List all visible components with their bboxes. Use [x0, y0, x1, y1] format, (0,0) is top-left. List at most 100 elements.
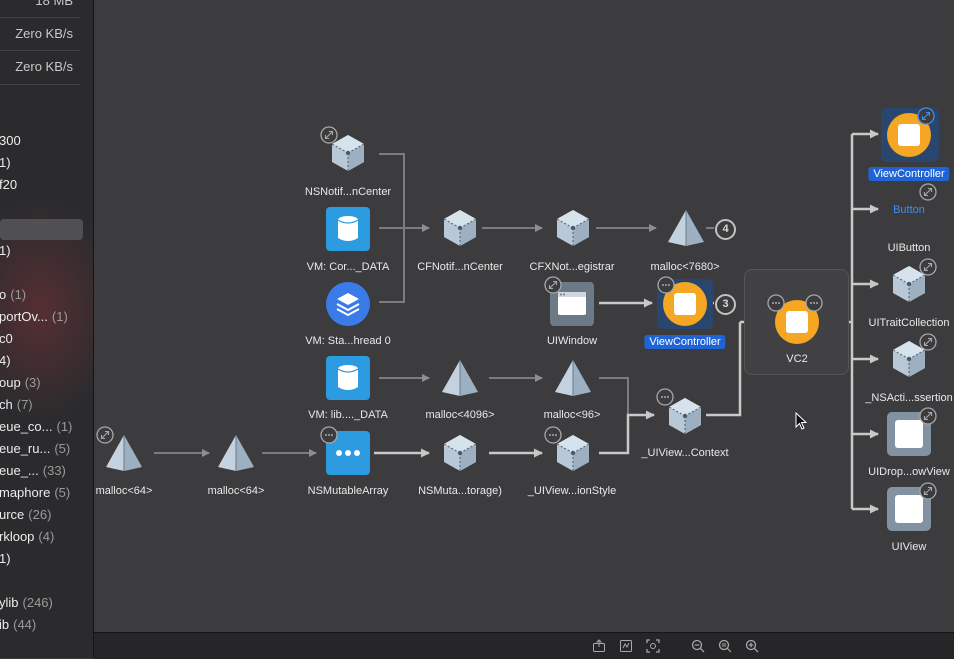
expand-node-icon[interactable]	[919, 258, 937, 281]
node-label[interactable]: NSMutableArray	[308, 485, 389, 497]
node-label[interactable]: UIWindow	[547, 335, 597, 347]
node-label[interactable]: malloc<64>	[208, 485, 265, 497]
expand-node-icon[interactable]	[919, 482, 937, 505]
sidebar-list-item[interactable]: rkloop (4)	[0, 529, 54, 544]
sidebar-item-label: 1)	[0, 243, 11, 258]
more-options-icon[interactable]	[805, 294, 823, 317]
node-label[interactable]: CFXNot...egistrar	[530, 261, 615, 273]
sidebar-list-item[interactable]: 300	[0, 133, 25, 148]
node-label[interactable]: _UIView...Context	[641, 447, 728, 459]
pyramid-node-icon[interactable]	[553, 358, 593, 398]
expand-node-icon[interactable]	[919, 407, 937, 430]
sidebar-item-count: (246)	[22, 595, 53, 610]
node-label[interactable]: ViewController	[644, 335, 726, 349]
sidebar-item-label: eue_ru...	[0, 441, 51, 456]
sidebar-list-item[interactable]: ch (7)	[0, 397, 33, 412]
expand-node-icon[interactable]	[917, 107, 935, 130]
node-label[interactable]: _NSActi...ssertion	[865, 392, 952, 404]
cube-node-icon[interactable]	[440, 208, 480, 248]
sidebar-list-item[interactable]: o (1)	[0, 287, 26, 302]
sidebar-list-item[interactable]: f20	[0, 177, 21, 192]
db-node-icon[interactable]	[326, 356, 370, 400]
sidebar-list-item[interactable]	[0, 220, 3, 235]
sidebar-list-item[interactable]: 1)	[0, 155, 15, 170]
expand-node-icon[interactable]	[320, 126, 338, 149]
network-out-stat: Zero KB/s	[15, 59, 73, 74]
sidebar-list-item[interactable]: portOv... (1)	[0, 309, 68, 324]
sidebar-list-item[interactable]: eue_ru... (5)	[0, 441, 70, 456]
sidebar-divider	[0, 50, 80, 51]
sidebar-list-item[interactable]: urce (26)	[0, 507, 51, 522]
node-label[interactable]: VM: Sta...hread 0	[305, 335, 391, 347]
sidebar-list-item[interactable]: 1)	[0, 243, 15, 258]
expand-node-icon[interactable]	[919, 183, 937, 206]
node-label[interactable]: UITraitCollection	[869, 317, 950, 329]
sidebar-list-item[interactable]: maphore (5)	[0, 485, 70, 500]
node-label[interactable]: malloc<7680>	[650, 261, 719, 273]
memory-usage-stat: 18 MB	[35, 0, 73, 8]
more-options-icon[interactable]	[320, 426, 338, 449]
sidebar-selection-highlight	[0, 219, 83, 240]
memory-graph-canvas[interactable]: NSNotif...nCenter VM: Cor..._DATA VM: Sta.…	[94, 0, 954, 632]
sidebar-list-item[interactable]: ylib (246)	[0, 595, 53, 610]
sidebar-list-item[interactable]: eue_... (33)	[0, 463, 66, 478]
sidebar-list-item[interactable]: oup (3)	[0, 375, 41, 390]
node-label[interactable]: malloc<64>	[96, 485, 153, 497]
pyramid-node-icon[interactable]	[666, 208, 706, 248]
pyramid-node-icon[interactable]	[440, 358, 480, 398]
node-label[interactable]: malloc<4096>	[425, 409, 494, 421]
sidebar-item-count: (3)	[24, 375, 41, 390]
more-options-icon[interactable]	[656, 388, 674, 411]
reference-count-badge[interactable]: 3	[715, 294, 736, 315]
more-options-icon[interactable]	[544, 426, 562, 449]
expand-node-icon[interactable]	[919, 333, 937, 356]
sidebar-list-item[interactable]: c0	[0, 331, 17, 346]
sidebar-list-item[interactable]: 1)	[0, 551, 15, 566]
sidebar-item-count: (4)	[38, 529, 55, 544]
expand-node-icon[interactable]	[544, 276, 562, 299]
sidebar-item-count: (33)	[42, 463, 66, 478]
sidebar-item-label: ch	[0, 397, 13, 412]
node-label[interactable]: malloc<96>	[544, 409, 601, 421]
zoom-out-icon[interactable]	[691, 639, 705, 653]
node-label[interactable]: VM: lib...._DATA	[308, 409, 388, 421]
sidebar-item-count: (1)	[10, 287, 27, 302]
reference-count-badge[interactable]: 4	[715, 219, 736, 240]
node-label[interactable]: NSMuta...torage)	[418, 485, 502, 497]
node-label[interactable]: UIDrop...owView	[868, 466, 950, 478]
db-node-icon[interactable]	[326, 207, 370, 251]
focus-icon[interactable]	[646, 639, 660, 653]
zoom-actual-icon[interactable]	[718, 639, 732, 653]
sidebar-item-count: (7)	[16, 397, 33, 412]
expand-node-icon[interactable]	[96, 426, 114, 449]
sidebar-item-label: maphore	[0, 485, 51, 500]
cube-node-icon[interactable]	[440, 433, 480, 473]
node-label[interactable]: ViewController	[868, 167, 950, 181]
cube-node-icon[interactable]	[553, 208, 593, 248]
node-label[interactable]: UIButton	[888, 242, 931, 254]
more-options-icon[interactable]	[767, 294, 785, 317]
sidebar-list-item[interactable]: ib (44)	[0, 617, 36, 632]
node-label[interactable]: VC2	[786, 353, 807, 365]
graph-bottom-toolbar	[94, 632, 954, 659]
memory-graph-icon[interactable]	[619, 639, 633, 653]
sidebar-item-count: (26)	[28, 507, 52, 522]
sidebar-item-label: ib	[0, 617, 10, 632]
sidebar-item-label: o	[0, 287, 6, 302]
sidebar-item-label: 1)	[0, 551, 11, 566]
export-graph-icon[interactable]	[592, 639, 606, 653]
node-label[interactable]: CFNotif...nCenter	[417, 261, 503, 273]
layers-node-icon[interactable]	[326, 282, 370, 326]
pyramid-node-icon[interactable]	[216, 433, 256, 473]
more-options-icon[interactable]	[657, 276, 675, 299]
node-label[interactable]: NSNotif...nCenter	[305, 186, 391, 198]
sidebar-item-label: 300	[0, 133, 21, 148]
sidebar-list-item[interactable]: 4)	[0, 353, 15, 368]
node-label[interactable]: UIView	[892, 541, 927, 553]
node-label[interactable]: _UIView...ionStyle	[528, 485, 616, 497]
sidebar-item-label: eue_...	[0, 463, 39, 478]
node-label[interactable]: VM: Cor..._DATA	[307, 261, 390, 273]
sidebar-list-item[interactable]: eue_co... (1)	[0, 419, 72, 434]
sidebar-divider	[0, 84, 80, 85]
zoom-in-icon[interactable]	[745, 639, 759, 653]
